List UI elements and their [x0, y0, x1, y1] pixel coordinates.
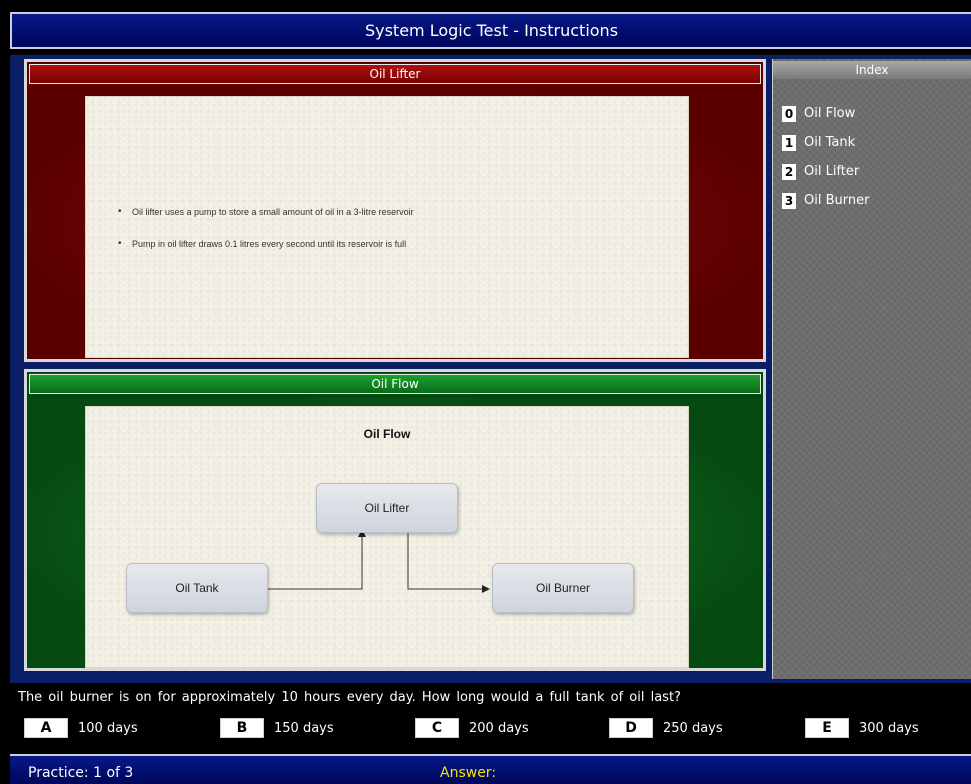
index-label: Oil Tank [804, 135, 856, 150]
option-text: 150 days [274, 720, 334, 736]
option-letter-button[interactable]: A [24, 718, 68, 738]
option-text: 100 days [78, 720, 138, 736]
oil-flow-paper: Oil Flow Oil Tank Oil Lifter Oil Burner [85, 406, 689, 668]
question-text: The oil burner is on for approximately 1… [18, 690, 681, 705]
option-letter-button[interactable]: E [805, 718, 849, 738]
index-item-oil-burner[interactable]: 3 Oil Burner [782, 186, 869, 215]
answer-label: Answer: [440, 765, 497, 781]
oil-lifter-panel: Oil Lifter Oil lifter uses a pump to sto… [24, 59, 766, 362]
node-oil-burner: Oil Burner [492, 563, 634, 613]
answer-option-b[interactable]: B 150 days [220, 718, 334, 738]
window-title: System Logic Test - Instructions [10, 12, 971, 49]
index-label: Oil Burner [804, 193, 870, 208]
bullet-item: Oil lifter uses a pump to store a small … [118, 206, 414, 217]
index-number: 0 [782, 105, 796, 122]
arrow-lifter-to-burner [407, 533, 490, 593]
answer-option-d[interactable]: D 250 days [609, 718, 723, 738]
oil-lifter-bullets: Oil lifter uses a pump to store a small … [118, 206, 414, 271]
option-text: 200 days [469, 720, 529, 736]
option-letter-button[interactable]: C [415, 718, 459, 738]
index-item-oil-lifter[interactable]: 2 Oil Lifter [782, 157, 869, 186]
index-item-oil-flow[interactable]: 0 Oil Flow [782, 99, 869, 128]
index-header: Index [773, 61, 971, 79]
oil-lifter-paper: Oil lifter uses a pump to store a small … [85, 96, 689, 358]
oil-lifter-panel-body: Oil lifter uses a pump to store a small … [29, 88, 761, 358]
answer-option-c[interactable]: C 200 days [415, 718, 529, 738]
oil-lifter-panel-header: Oil Lifter [29, 64, 761, 84]
index-number: 2 [782, 163, 796, 180]
practice-counter: Practice: 1 of 3 [28, 765, 134, 781]
index-label: Oil Lifter [804, 164, 860, 179]
main-area: Oil Lifter Oil lifter uses a pump to sto… [10, 55, 971, 683]
node-oil-tank: Oil Tank [126, 563, 268, 613]
question-bar: The oil burner is on for approximately 1… [10, 684, 971, 748]
index-panel: Index 0 Oil Flow 1 Oil Tank 2 Oil Lifter… [772, 59, 971, 679]
option-text: 250 days [663, 720, 723, 736]
oil-flow-panel-body: Oil Flow Oil Tank Oil Lifter Oil Burner [29, 398, 761, 668]
node-oil-lifter: Oil Lifter [316, 483, 458, 533]
arrow-tank-to-lifter [268, 529, 366, 590]
index-number: 3 [782, 192, 796, 209]
index-number: 1 [782, 134, 796, 151]
answer-option-e[interactable]: E 300 days [805, 718, 919, 738]
flow-arrows [268, 529, 490, 593]
index-item-oil-tank[interactable]: 1 Oil Tank [782, 128, 869, 157]
status-bar: Practice: 1 of 3 Answer: [10, 754, 971, 784]
oil-flow-panel-header: Oil Flow [29, 374, 761, 394]
index-list: 0 Oil Flow 1 Oil Tank 2 Oil Lifter 3 Oil… [782, 99, 869, 215]
option-letter-button[interactable]: B [220, 718, 264, 738]
option-letter-button[interactable]: D [609, 718, 653, 738]
oil-flow-panel: Oil Flow Oil Flow Oil Tank Oil Lifter Oi… [24, 369, 766, 671]
answer-option-a[interactable]: A 100 days [24, 718, 138, 738]
bullet-item: Pump in oil lifter draws 0.1 litres ever… [118, 238, 414, 249]
option-text: 300 days [859, 720, 919, 736]
index-label: Oil Flow [804, 106, 856, 121]
